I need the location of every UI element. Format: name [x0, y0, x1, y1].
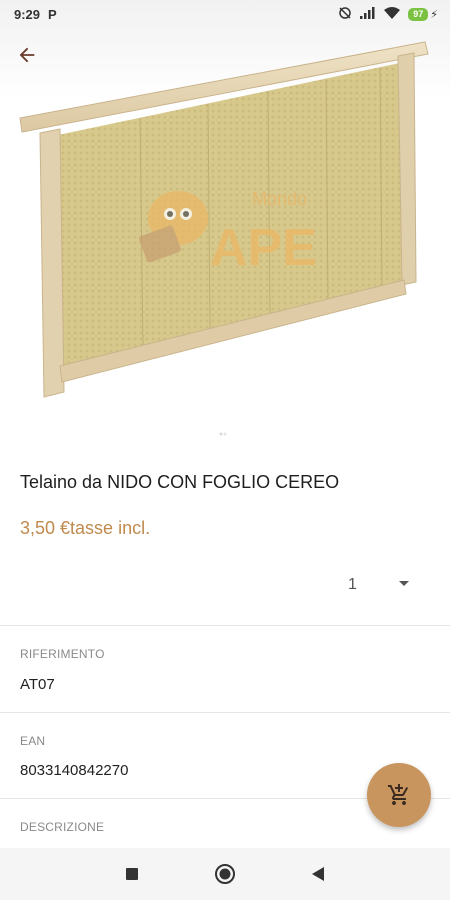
description-label: DESCRIZIONE [20, 820, 105, 834]
wifi-icon [384, 6, 401, 22]
back-nav-button[interactable] [306, 862, 330, 886]
reference-value: AT07 [20, 676, 55, 693]
status-right: 97 ⚡ [338, 6, 438, 23]
status-left: 9:29 P [14, 7, 57, 22]
product-image-carousel[interactable]: Mondo APE [0, 0, 450, 440]
recent-apps-button[interactable] [120, 862, 144, 886]
divider [0, 625, 450, 626]
p-notification-icon: P [48, 6, 57, 22]
navigation-bar [0, 848, 450, 900]
status-time: 9:29 [14, 6, 41, 22]
back-button[interactable] [16, 44, 50, 78]
watermark-big-text: APE [210, 219, 317, 277]
add-to-cart-icon [388, 784, 409, 805]
product-price: 3,50 €tasse incl. [20, 518, 151, 538]
signal-icon [360, 6, 376, 22]
add-to-cart-button[interactable] [367, 763, 431, 827]
product-image: Mondo APE [19, 41, 429, 398]
ean-value: 8033140842270 [20, 762, 129, 779]
home-button[interactable] [213, 862, 237, 886]
arrow-back-icon [19, 47, 35, 63]
ean-label: EAN [20, 734, 46, 748]
product-title: Telaino da NIDO CON FOGLIO CEREO [20, 472, 340, 492]
no-alarm-icon [338, 6, 352, 23]
reference-label: RIFERIMENTO [20, 647, 105, 661]
divider [0, 712, 450, 713]
carousel-indicator [218, 431, 228, 437]
status-bar: 9:29 P 97 ⚡ [0, 0, 450, 28]
battery-level: 97 [408, 7, 429, 21]
recent-apps-icon [126, 868, 138, 880]
quantity-select[interactable]: 1 [320, 566, 430, 604]
charging-icon: ⚡ [430, 8, 438, 21]
home-icon [215, 864, 235, 884]
back-triangle-icon [312, 867, 324, 881]
quantity-value: 1 [348, 576, 357, 593]
dropdown-arrow-icon [399, 581, 409, 586]
watermark-small-text: Mondo [252, 189, 307, 209]
battery-icon: 97 ⚡ [408, 7, 438, 21]
